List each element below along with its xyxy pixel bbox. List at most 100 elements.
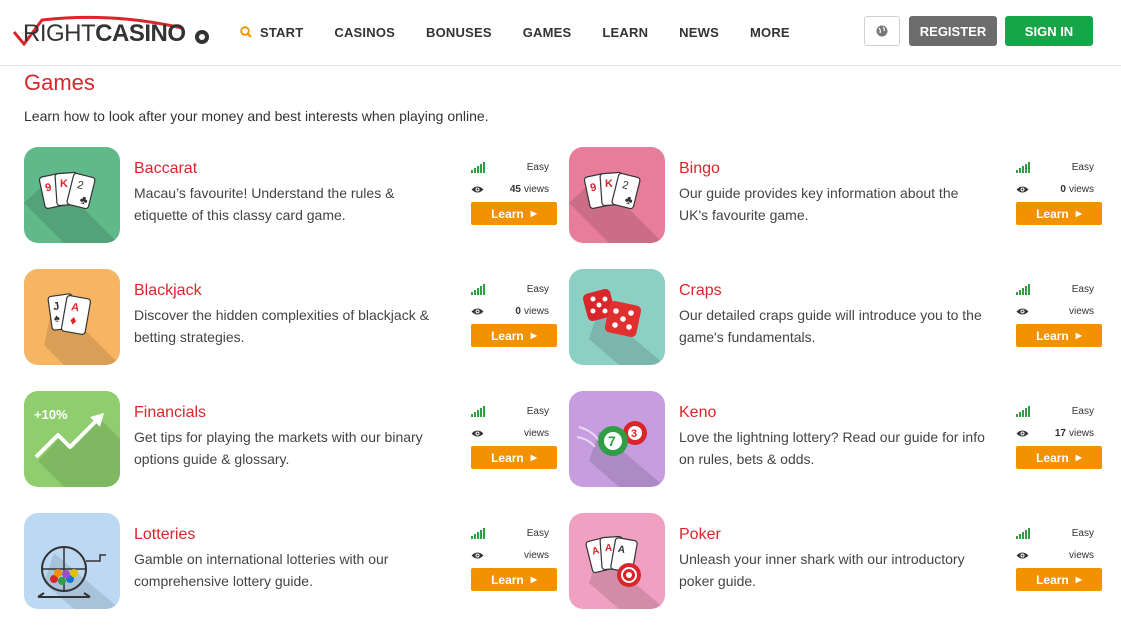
page-intro: Learn how to look after your money and b…: [24, 108, 489, 124]
chevron-right-icon: ▶: [1075, 575, 1082, 584]
views-label: views: [1068, 550, 1094, 561]
learn-button[interactable]: Learn ▶: [471, 446, 557, 469]
learn-button[interactable]: Learn ▶: [471, 324, 557, 347]
svg-text:A: A: [605, 543, 612, 554]
game-title[interactable]: Bingo: [679, 160, 720, 178]
learn-button-label: Learn: [1036, 450, 1069, 465]
learn-button-label: Learn: [491, 328, 524, 343]
nav-item-news[interactable]: NEWS: [679, 25, 719, 40]
trend-up-icon[interactable]: +10%: [24, 391, 120, 487]
lottery-drum-icon[interactable]: [24, 513, 120, 609]
views-label: views: [523, 428, 549, 439]
difficulty-level: Easy: [1071, 284, 1094, 295]
chevron-right-icon: ▶: [1075, 331, 1082, 340]
eye-icon: [1016, 430, 1029, 437]
game-title[interactable]: Financials: [134, 404, 206, 422]
game-card-keno: 3 7 Keno Love the lightning lottery? Rea…: [569, 391, 1102, 487]
views-label: views: [523, 306, 549, 317]
game-title[interactable]: Poker: [679, 526, 721, 544]
difficulty-level: Easy: [526, 162, 549, 173]
game-description: Unleash your inner shark with our introd…: [679, 551, 965, 589]
cards-icon-graphic: 9 K 2 ♣: [569, 171, 665, 243]
game-card-poker: A A A Poker Unleash your inner shark wit…: [569, 513, 1102, 609]
difficulty-signal-icon: [471, 162, 485, 173]
game-title[interactable]: Keno: [679, 404, 716, 422]
nav-item-more[interactable]: MORE: [750, 25, 790, 40]
game-card-baccarat: 9 K 2 ♣ Baccarat Macau’s favourite! Unde…: [24, 147, 557, 243]
game-title[interactable]: Craps: [679, 282, 722, 300]
learn-button-label: Learn: [491, 450, 524, 465]
blackjack-cards-icon[interactable]: J ♠ A ♦: [24, 269, 120, 365]
main-nav: START CASINOS BONUSES GAMES LEARN NEWS M…: [240, 22, 821, 42]
site-logo[interactable]: RIGHTCASINO: [12, 14, 212, 50]
game-card-craps: Craps Our detailed craps guide will intr…: [569, 269, 1102, 365]
game-description: Discover the hidden complexities of blac…: [134, 307, 429, 345]
views-label: views: [523, 550, 549, 561]
difficulty-signal-icon: [471, 528, 485, 539]
cards-icon[interactable]: 9 K 2 ♣: [569, 147, 665, 243]
difficulty-level: Easy: [526, 406, 549, 417]
nav-item-start[interactable]: START: [240, 25, 303, 40]
eye-icon: [1016, 308, 1029, 315]
svg-text:3: 3: [631, 428, 637, 440]
game-title[interactable]: Lotteries: [134, 526, 195, 544]
eye-icon: [471, 552, 484, 559]
nav-item-casinos[interactable]: CASINOS: [334, 25, 395, 40]
chevron-right-icon: ▶: [530, 453, 537, 462]
eye-icon: [471, 308, 484, 315]
site-header: RIGHTCASINO START CASINOS BONUSES GAMES …: [0, 0, 1121, 66]
cards-icon-graphic: 9 K 2 ♣: [24, 171, 120, 243]
search-icon: [240, 26, 252, 38]
difficulty-signal-icon: [471, 284, 485, 295]
difficulty-level: Easy: [1071, 528, 1094, 539]
game-card-lotteries: Lotteries Gamble on international lotter…: [24, 513, 557, 609]
learn-button-label: Learn: [491, 572, 524, 587]
dice-icon-graphic: [582, 288, 665, 365]
cards-icon[interactable]: 9 K 2 ♣: [24, 147, 120, 243]
learn-button[interactable]: Learn ▶: [1016, 324, 1102, 347]
eye-icon: [471, 186, 484, 193]
difficulty-signal-icon: [1016, 162, 1030, 173]
learn-button-label: Learn: [1036, 206, 1069, 221]
poker-cards-icon[interactable]: A A A: [569, 513, 665, 609]
difficulty-signal-icon: [471, 406, 485, 417]
page-title: Games: [24, 70, 95, 95]
keno-balls-icon[interactable]: 3 7: [569, 391, 665, 487]
nav-item-games[interactable]: GAMES: [523, 25, 572, 40]
game-title[interactable]: Blackjack: [134, 282, 202, 300]
learn-button[interactable]: Learn ▶: [1016, 202, 1102, 225]
nav-item-bonuses[interactable]: BONUSES: [426, 25, 492, 40]
register-button[interactable]: REGISTER: [909, 16, 997, 46]
logo-text-casino: CASINO: [95, 20, 186, 47]
nav-item-learn[interactable]: LEARN: [602, 25, 648, 40]
game-description: Gamble on international lotteries with o…: [134, 551, 389, 589]
views-count: 45: [509, 184, 521, 195]
game-description: Our detailed craps guide will introduce …: [679, 307, 982, 345]
dice-icon[interactable]: [569, 269, 665, 365]
game-title[interactable]: Baccarat: [134, 160, 197, 178]
learn-button[interactable]: Learn ▶: [471, 202, 557, 225]
language-button[interactable]: [864, 16, 900, 46]
poker-cards-icon-graphic: A A A: [585, 535, 665, 609]
learn-button[interactable]: Learn ▶: [471, 568, 557, 591]
views-label: views: [1068, 306, 1094, 317]
learn-button[interactable]: Learn ▶: [1016, 568, 1102, 591]
eye-icon: [1016, 186, 1029, 193]
sign-in-button[interactable]: SIGN IN: [1005, 16, 1093, 46]
game-description: Our guide provides key information about…: [679, 185, 959, 223]
svg-text:K: K: [605, 178, 613, 190]
learn-button[interactable]: Learn ▶: [1016, 446, 1102, 469]
difficulty-level: Easy: [526, 528, 549, 539]
difficulty-signal-icon: [1016, 528, 1030, 539]
eye-icon: [471, 430, 484, 437]
chevron-right-icon: ▶: [1075, 209, 1082, 218]
difficulty-signal-icon: [1016, 406, 1030, 417]
learn-button-label: Learn: [1036, 572, 1069, 587]
learn-button-label: Learn: [1036, 328, 1069, 343]
chevron-right-icon: ▶: [530, 209, 537, 218]
game-description: Get tips for playing the markets with ou…: [134, 429, 423, 467]
trend-badge-text: +10%: [34, 407, 68, 422]
keno-balls-icon-graphic: 3 7: [576, 421, 665, 487]
views-label: views: [1068, 428, 1094, 439]
logo-text-right: RIGHT: [23, 20, 96, 47]
